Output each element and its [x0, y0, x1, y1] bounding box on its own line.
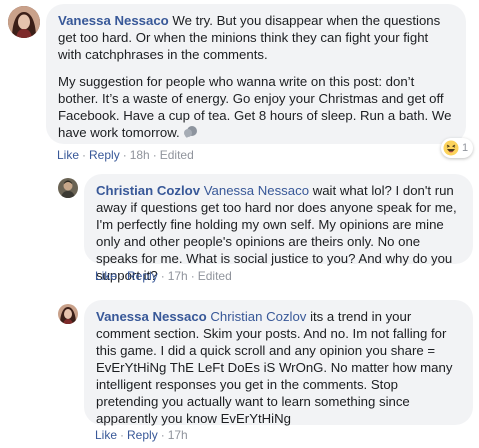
timestamp[interactable]: 17h: [168, 269, 188, 283]
comment-author[interactable]: Christian Cozlov: [96, 183, 200, 198]
comment-bubble: Vanessa Nessaco Christian Cozlov its a t…: [84, 300, 473, 426]
like-button[interactable]: Like: [57, 148, 79, 162]
avatar[interactable]: [58, 178, 78, 198]
comment-2: Christian Cozlov Vanessa Nessaco wait wh…: [0, 170, 479, 290]
edited-label[interactable]: Edited: [198, 269, 232, 283]
mention-link[interactable]: Vanessa Nessaco: [204, 183, 309, 198]
reply-button[interactable]: Reply: [89, 148, 120, 162]
reaction-count: 1: [462, 142, 469, 154]
reply-button[interactable]: Reply: [127, 269, 158, 283]
comment-actions: Like · Reply · 17h · Edited: [95, 269, 232, 283]
like-button[interactable]: Like: [95, 428, 117, 442]
comment-text-1: Vanessa Nessaco We try. But you disappea…: [58, 12, 454, 63]
comment-author[interactable]: Vanessa Nessaco: [58, 13, 169, 28]
comment-text: wait what lol? I don't run away if quest…: [96, 183, 457, 283]
comment-bubble: Vanessa Nessaco We try. But you disappea…: [46, 4, 466, 144]
reply-button[interactable]: Reply: [127, 428, 158, 442]
speech-emoji-icon: [183, 125, 199, 143]
mention-link[interactable]: Christian Cozlov: [210, 309, 306, 324]
timestamp[interactable]: 17h: [168, 428, 188, 442]
timestamp[interactable]: 18h: [130, 148, 150, 162]
comment-1: Vanessa Nessaco We try. But you disappea…: [0, 0, 479, 165]
comment-3: Vanessa Nessaco Christian Cozlov its a t…: [0, 296, 479, 446]
comment-actions: Like · Reply · 18h · Edited: [57, 148, 194, 162]
like-button[interactable]: Like: [95, 269, 117, 283]
comment-text: My suggestion for people who wanna write…: [58, 74, 452, 140]
comment-text: its a trend in your comment section. Ski…: [96, 309, 453, 426]
comment-bubble: Christian Cozlov Vanessa Nessaco wait wh…: [84, 174, 473, 283]
haha-reaction-icon: [443, 140, 459, 156]
comment-text-2: My suggestion for people who wanna write…: [58, 73, 454, 143]
avatar[interactable]: [58, 304, 78, 324]
comment-actions: Like · Reply · 17h: [95, 428, 188, 442]
reaction-badge[interactable]: 1: [441, 138, 474, 158]
edited-label[interactable]: Edited: [160, 148, 194, 162]
comment-author[interactable]: Vanessa Nessaco: [96, 309, 207, 324]
avatar[interactable]: [8, 6, 40, 38]
